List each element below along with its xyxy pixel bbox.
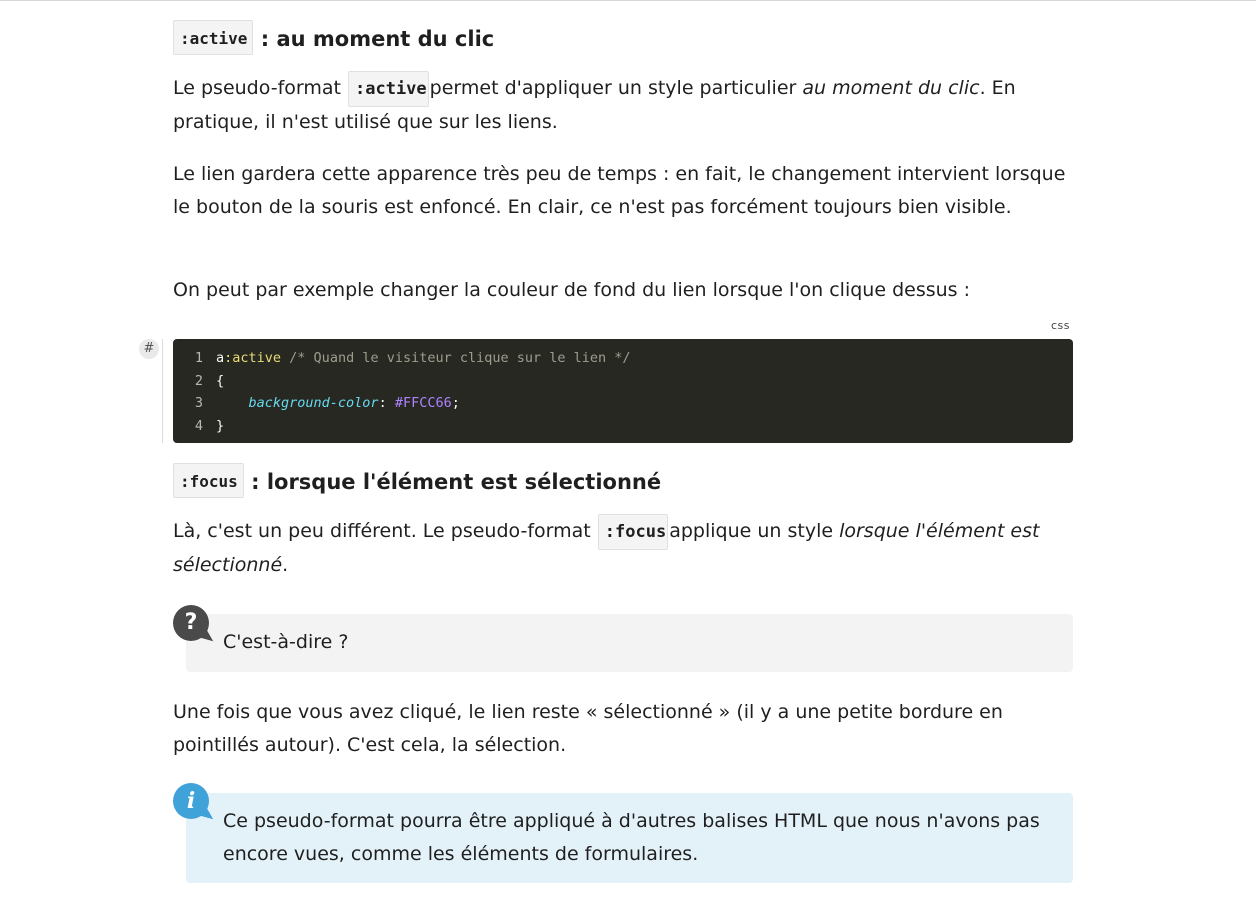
code-line: 4} [173,415,1073,438]
heading-focus: :focus : lorsque l'élément est sélection… [173,463,662,499]
code-line: 3 background-color: #FFCC66; [173,392,1073,415]
question-callout-text: C'est-à-dire ? [223,631,349,653]
code-line: 1 a:active /* Quand le visiteur clique su… [173,347,1073,370]
emphasis-text: au moment du clic [802,77,980,99]
inline-code-active: :active [348,71,429,107]
code-comment: /* Quand le visiteur clique sur le lien … [281,350,631,366]
code-language-label: css [1051,319,1071,332]
code-selector: a [216,350,225,366]
inline-code-active: :active [173,20,254,55]
question-callout: C'est-à-dire ? [186,614,1073,672]
text-segment: applique un style [669,520,840,542]
info-icon: i [173,783,209,819]
line-number: 4 [194,417,203,434]
paragraph-active-explanation: Le lien gardera cette apparence très peu… [173,163,1066,218]
question-icon: ? [173,605,209,641]
line-number: 2 [194,372,203,389]
paragraph-active-example: On peut par exemple changer la couleur d… [173,279,970,301]
line-number: 3 [194,395,203,411]
code-colon: : [378,395,395,411]
inline-code-focus: :focus [597,514,669,550]
info-callout-text: Ce pseudo-format pourra être appliqué à … [223,810,1040,865]
paragraph-focus-explanation: Une fois que vous avez cliqué, le lien r… [173,701,1003,756]
text-segment: Le pseudo-format [173,77,347,99]
code-anchor-link[interactable]: # [139,339,159,359]
heading-active: :active : au moment du clic [173,20,495,56]
inline-code-focus: :focus [173,463,244,498]
code-block: 1 a:active /* Quand le visiteur clique su… [173,339,1073,443]
code-brace: } [216,417,225,434]
code-anchor-guide [162,339,163,443]
heading-focus-title: : lorsque l'élément est sélectionné [243,470,662,494]
text-segment: Là, c'est un peu différent. Le pseudo-fo… [173,520,597,542]
paragraph-active-intro: Le pseudo-format :active permet d'appliqu… [173,71,1073,139]
code-pseudo-class: :active [224,350,282,366]
code-brace: { [216,372,225,389]
info-callout: Ce pseudo-format pourra être appliqué à … [186,793,1073,883]
text-segment: . [282,554,289,576]
text-segment: permet d'appliquer un style particulier [429,77,803,99]
code-property: background-color [248,395,379,411]
line-number: 1 [194,350,203,366]
top-divider [0,0,1256,1]
paragraph-focus-intro: Là, c'est un peu différent. Le pseudo-fo… [173,514,1073,582]
heading-active-title: : au moment du clic [253,27,495,51]
code-line: 2{ [173,370,1073,393]
code-semicolon: ; [451,395,460,411]
code-value: #FFCC66 [394,395,452,411]
